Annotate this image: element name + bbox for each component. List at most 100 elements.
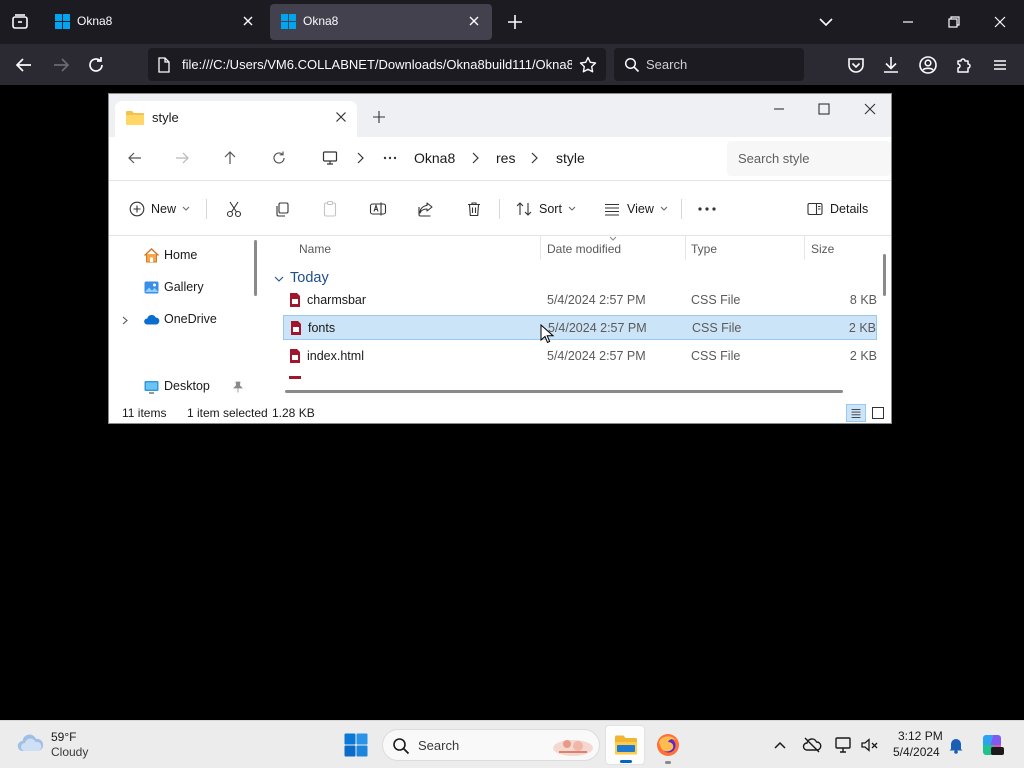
column-divider[interactable] — [685, 236, 686, 260]
restore-icon[interactable] — [944, 12, 964, 32]
url-text[interactable]: file:///C:/Users/VM6.COLLABNET/Downloads… — [182, 57, 572, 72]
tab-list-chevron-icon[interactable] — [816, 12, 836, 32]
windows-logo-icon — [55, 14, 70, 29]
account-icon[interactable] — [917, 54, 939, 76]
taskbar-firefox[interactable] — [648, 725, 688, 765]
show-hidden-icons-chevron-icon[interactable] — [770, 735, 790, 755]
file-row[interactable]: index.html 5/4/2024 2:57 PM CSS File 2 K… — [283, 344, 877, 369]
breadcrumb-item[interactable]: Okna8 — [414, 150, 455, 166]
notification-bell-icon[interactable] — [946, 735, 966, 755]
new-button[interactable]: New — [129, 198, 190, 220]
refresh-icon[interactable] — [271, 150, 287, 166]
close-tab-icon[interactable] — [466, 13, 482, 29]
search-icon — [624, 57, 640, 73]
bookmark-star-icon[interactable] — [578, 55, 598, 75]
nav-scrollbar[interactable] — [254, 240, 257, 296]
extensions-icon[interactable] — [953, 54, 975, 76]
sort-button[interactable]: Sort — [515, 198, 576, 220]
forward-icon[interactable] — [50, 54, 72, 76]
more-options-button[interactable] — [697, 198, 717, 220]
clock-time[interactable]: 3:12 PM — [898, 729, 943, 743]
overflow-crumbs-icon[interactable] — [383, 152, 397, 164]
browser-tab-active[interactable]: Okna8 — [270, 4, 492, 40]
tiles-view-icon[interactable] — [868, 404, 888, 422]
close-window-icon[interactable] — [990, 12, 1010, 32]
column-header-name[interactable]: Name — [299, 242, 331, 256]
cloud-icon[interactable] — [16, 733, 44, 753]
downloads-icon[interactable] — [880, 54, 902, 76]
minimize-icon[interactable] — [898, 12, 918, 32]
close-tab-icon[interactable] — [240, 13, 256, 29]
maximize-icon[interactable] — [817, 102, 831, 116]
explorer-title-bar: style — [109, 94, 891, 137]
file-row-selected[interactable]: fonts 5/4/2024 2:57 PM CSS File 2 KB — [283, 315, 877, 340]
forward-icon[interactable] — [174, 150, 190, 166]
list-all-tabs-icon[interactable] — [8, 10, 32, 34]
file-list-vertical-scrollbar[interactable] — [883, 254, 886, 296]
collapse-chevron-icon[interactable] — [274, 274, 284, 284]
browser-search-box[interactable]: Search — [614, 48, 804, 81]
page-icon — [158, 57, 170, 73]
weather-description[interactable]: Cloudy — [51, 745, 88, 759]
file-row[interactable]: charmsbar 5/4/2024 2:57 PM CSS File 8 KB — [283, 288, 877, 313]
nav-item-home[interactable]: Home — [109, 244, 257, 268]
cut-button[interactable] — [225, 198, 243, 220]
column-header-date-modified[interactable]: Date modified — [547, 242, 621, 256]
search-highlight-art-icon — [553, 740, 593, 756]
breadcrumb-item[interactable]: res — [496, 150, 515, 166]
taskbar-file-explorer[interactable] — [605, 725, 645, 765]
view-button[interactable]: View — [603, 198, 668, 220]
trash-icon — [468, 202, 480, 217]
minimize-icon[interactable] — [772, 102, 786, 116]
explorer-tab[interactable]: style — [115, 101, 357, 137]
file-list-horizontal-scrollbar[interactable] — [285, 390, 843, 393]
column-divider[interactable] — [540, 236, 541, 260]
breadcrumb-item[interactable]: style — [556, 150, 585, 166]
copy-button[interactable] — [273, 198, 291, 220]
column-header-size[interactable]: Size — [811, 242, 834, 256]
taskbar-search-box[interactable]: Search — [382, 729, 600, 761]
explorer-search-box[interactable]: Search style — [727, 141, 891, 176]
close-tab-icon[interactable] — [335, 111, 347, 123]
nav-item-onedrive[interactable]: OneDrive — [109, 308, 257, 332]
column-header-type[interactable]: Type — [691, 242, 717, 256]
volume-muted-icon[interactable] — [859, 735, 879, 755]
explorer-address-bar: Okna8 res style Search style — [109, 137, 891, 180]
back-icon[interactable] — [127, 150, 143, 166]
this-pc-icon[interactable] — [322, 150, 338, 166]
column-divider[interactable] — [804, 236, 805, 260]
nav-item-label: Desktop — [164, 379, 210, 393]
pocket-icon[interactable] — [845, 54, 867, 76]
network-icon[interactable] — [833, 735, 853, 755]
nav-item-gallery[interactable]: Gallery — [109, 276, 257, 300]
nav-item-label: Home — [164, 248, 198, 262]
plus-circle-icon — [129, 201, 145, 217]
reload-icon[interactable] — [85, 54, 107, 76]
back-icon[interactable] — [13, 54, 35, 76]
navigation-pane: Home Gallery OneDrive Desktop — [109, 236, 257, 402]
up-icon[interactable] — [222, 150, 238, 166]
copilot-pre-icon[interactable] — [980, 733, 1004, 757]
browser-tab[interactable]: Okna8 — [44, 4, 266, 40]
file-name: fonts — [308, 321, 336, 335]
new-tab-icon[interactable] — [372, 110, 386, 124]
details-view-icon[interactable] — [846, 404, 866, 422]
weather-temperature[interactable]: 59°F — [51, 730, 76, 744]
nav-item-desktop[interactable]: Desktop — [109, 375, 257, 399]
menu-icon[interactable] — [989, 54, 1011, 76]
delete-button[interactable] — [465, 198, 483, 220]
close-window-icon[interactable] — [863, 102, 877, 116]
share-button[interactable] — [417, 198, 435, 220]
expand-chevron-icon[interactable] — [121, 316, 129, 325]
paste-button[interactable] — [321, 198, 339, 220]
windows-start-icon[interactable] — [344, 733, 368, 757]
new-tab-icon[interactable] — [505, 12, 525, 32]
clock-date[interactable]: 5/4/2024 — [893, 745, 940, 759]
rename-button[interactable] — [369, 198, 387, 220]
details-pane-button[interactable]: Details — [806, 198, 868, 220]
selection-count: 1 item selected — [187, 406, 268, 420]
url-bar[interactable]: file:///C:/Users/VM6.COLLABNET/Downloads… — [148, 48, 606, 81]
file-type: CSS File — [692, 321, 742, 335]
item-count: 11 items — [122, 406, 167, 420]
onedrive-offline-icon[interactable] — [802, 735, 822, 755]
